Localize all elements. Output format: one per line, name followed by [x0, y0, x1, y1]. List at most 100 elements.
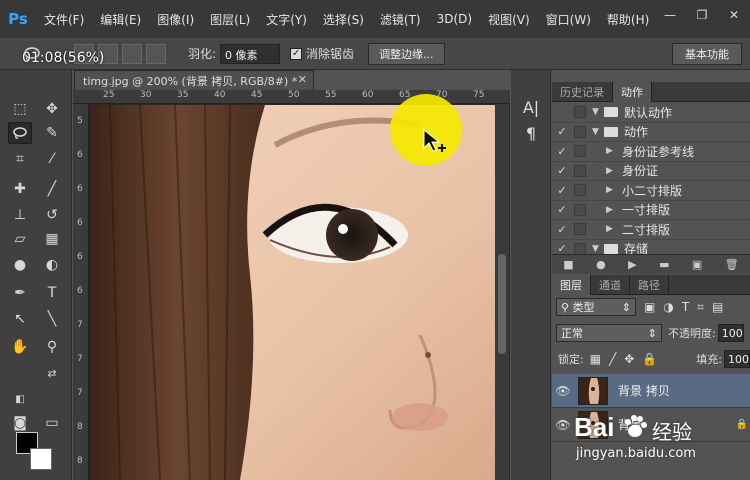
swap-colors-icon[interactable]: ⇄ — [40, 362, 64, 384]
menu-select[interactable]: 选择(S) — [323, 11, 364, 28]
background-color-swatch[interactable] — [30, 448, 52, 470]
gradient-tool-icon[interactable]: ▦ — [40, 228, 64, 250]
expand-down-icon[interactable]: ▼ — [592, 244, 602, 254]
action-row[interactable]: ▼ 默认动作 — [552, 103, 750, 123]
quick-select-tool-icon[interactable]: ✎ — [40, 122, 64, 144]
action-toggle-check[interactable]: ✓ — [552, 125, 572, 138]
expand-right-icon[interactable]: ▶ — [606, 224, 616, 234]
action-toggle-check[interactable]: ✓ — [552, 203, 572, 216]
action-toggle-check[interactable]: ✓ — [552, 164, 572, 177]
filter-pixel-icon[interactable]: ▣ — [644, 300, 655, 314]
dialog-toggle[interactable] — [574, 106, 586, 119]
hand-tool-icon[interactable]: ✋ — [8, 336, 32, 358]
tab-actions[interactable]: 动作 — [613, 82, 652, 102]
dialog-toggle[interactable] — [574, 145, 586, 158]
lock-all-icon[interactable]: 🔒 — [642, 352, 657, 366]
delete-icon[interactable]: 🗑 — [725, 258, 739, 271]
new-set-icon[interactable]: ▬ — [659, 258, 669, 271]
blur-tool-icon[interactable]: ● — [8, 254, 32, 276]
feather-input[interactable]: 0 像素 — [220, 43, 281, 64]
eyedropper-tool-icon[interactable]: ⁄ — [40, 148, 64, 170]
eye-icon[interactable]: 👁 — [552, 384, 574, 398]
subtract-selection-icon[interactable] — [122, 43, 142, 64]
scrollbar-thumb[interactable] — [498, 254, 506, 354]
dialog-toggle[interactable] — [574, 125, 586, 138]
menu-window[interactable]: 窗口(W) — [546, 11, 591, 28]
refine-edge-button[interactable]: 调整边缘... — [368, 42, 445, 65]
tab-channels[interactable]: 通道 — [591, 275, 630, 295]
record-icon[interactable]: ● — [596, 258, 606, 271]
action-row[interactable]: ✓ ▶ 一寸排版 — [552, 201, 750, 220]
lock-pixels-icon[interactable]: ╱ — [609, 352, 616, 366]
paragraph-panel-icon[interactable]: ¶ — [520, 122, 542, 144]
menu-filter[interactable]: 滤镜(T) — [380, 11, 421, 28]
filter-smart-icon[interactable]: ▤ — [712, 300, 723, 314]
expand-down-icon[interactable]: ▼ — [592, 107, 602, 117]
action-toggle-check[interactable]: ✓ — [552, 223, 572, 236]
play-icon[interactable]: ▶ — [628, 258, 636, 271]
new-action-icon[interactable]: ▣ — [692, 258, 702, 271]
type-tool-icon[interactable]: T — [40, 282, 64, 304]
default-colors-icon[interactable]: ◧ — [8, 388, 32, 410]
filter-adjustment-icon[interactable]: ◑ — [663, 300, 673, 314]
stop-icon[interactable]: ■ — [563, 258, 573, 271]
layer-item-background-copy[interactable]: 👁 背景 拷贝 — [552, 374, 750, 408]
pen-tool-icon[interactable]: ✒ — [8, 282, 32, 304]
menu-edit[interactable]: 编辑(E) — [100, 11, 141, 28]
action-row[interactable]: ✓ ▼ 动作 — [552, 123, 750, 142]
history-brush-tool-icon[interactable]: ↺ — [40, 204, 64, 226]
action-row[interactable]: ✓ ▶ 身份证参考线 — [552, 142, 750, 162]
expand-down-icon[interactable]: ▼ — [592, 127, 602, 137]
menu-type[interactable]: 文字(Y) — [266, 11, 307, 28]
menu-view[interactable]: 视图(V) — [488, 11, 530, 28]
action-toggle-check[interactable]: ✓ — [552, 145, 572, 158]
fill-input[interactable]: 100% — [724, 350, 750, 368]
quick-mask-icon[interactable]: ◙ — [8, 412, 32, 434]
menu-file[interactable]: 文件(F) — [44, 11, 84, 28]
expand-right-icon[interactable]: ▶ — [606, 166, 616, 176]
lock-position-icon[interactable]: ✥ — [624, 352, 634, 366]
crop-tool-icon[interactable]: ⌗ — [8, 148, 32, 170]
screen-mode-icon[interactable]: ▭ — [40, 412, 64, 434]
document-tab[interactable]: timg.jpg @ 200% (背景 拷贝, RGB/8#) * ✕ — [74, 70, 314, 90]
dialog-toggle[interactable] — [574, 184, 586, 197]
tab-layers[interactable]: 图层 — [552, 275, 591, 295]
marquee-tool-icon[interactable]: ⬚ — [8, 98, 32, 120]
dialog-toggle[interactable] — [574, 242, 586, 255]
eraser-tool-icon[interactable]: ▱ — [8, 228, 32, 250]
workspace-select[interactable]: 基本功能 — [672, 43, 742, 65]
dialog-toggle[interactable] — [574, 223, 586, 236]
action-row[interactable]: ✓ ▶ 身份证 — [552, 162, 750, 181]
tab-paths[interactable]: 路径 — [630, 275, 669, 295]
expand-right-icon[interactable]: ▶ — [606, 146, 616, 156]
action-row[interactable]: ✓ ▶ 二寸排版 — [552, 220, 750, 240]
minimize-button[interactable]: — — [654, 0, 686, 30]
filter-shape-icon[interactable]: ⌗ — [697, 300, 704, 315]
dodge-tool-icon[interactable]: ◐ — [40, 254, 64, 276]
path-select-tool-icon[interactable]: ↖ — [8, 308, 32, 330]
vertical-scrollbar[interactable] — [495, 104, 509, 480]
clone-stamp-tool-icon[interactable]: ⊥ — [8, 204, 32, 226]
dialog-toggle[interactable] — [574, 164, 586, 177]
line-tool-icon[interactable]: ╲ — [40, 308, 64, 330]
lasso-tool-icon[interactable] — [8, 122, 32, 144]
opacity-input[interactable]: 100% — [717, 324, 744, 342]
filter-type-icon[interactable]: T — [682, 300, 689, 314]
expand-right-icon[interactable]: ▶ — [606, 185, 616, 195]
menu-help[interactable]: 帮助(H) — [607, 11, 649, 28]
layer-filter-select[interactable]: ⚲ 类型 ⇕ — [556, 298, 636, 316]
lock-transparent-icon[interactable]: ▦ — [590, 352, 601, 366]
tab-history[interactable]: 历史记录 — [552, 82, 613, 102]
close-document-icon[interactable]: ✕ — [298, 73, 307, 86]
blend-mode-select[interactable]: 正常 ⇕ — [556, 324, 662, 342]
action-row[interactable]: ✓ ▶ 小二寸排版 — [552, 181, 750, 201]
healing-brush-tool-icon[interactable]: ✚ — [8, 178, 32, 200]
menu-3d[interactable]: 3D(D) — [437, 12, 472, 26]
move-tool-icon[interactable]: ✥ — [40, 98, 64, 120]
close-button[interactable]: ✕ — [718, 0, 750, 30]
zoom-tool-icon[interactable]: ⚲ — [40, 336, 64, 358]
brush-tool-icon[interactable]: ╱ — [40, 178, 64, 200]
menu-image[interactable]: 图像(I) — [157, 11, 194, 28]
action-toggle-check[interactable]: ✓ — [552, 184, 572, 197]
menu-layer[interactable]: 图层(L) — [210, 11, 250, 28]
